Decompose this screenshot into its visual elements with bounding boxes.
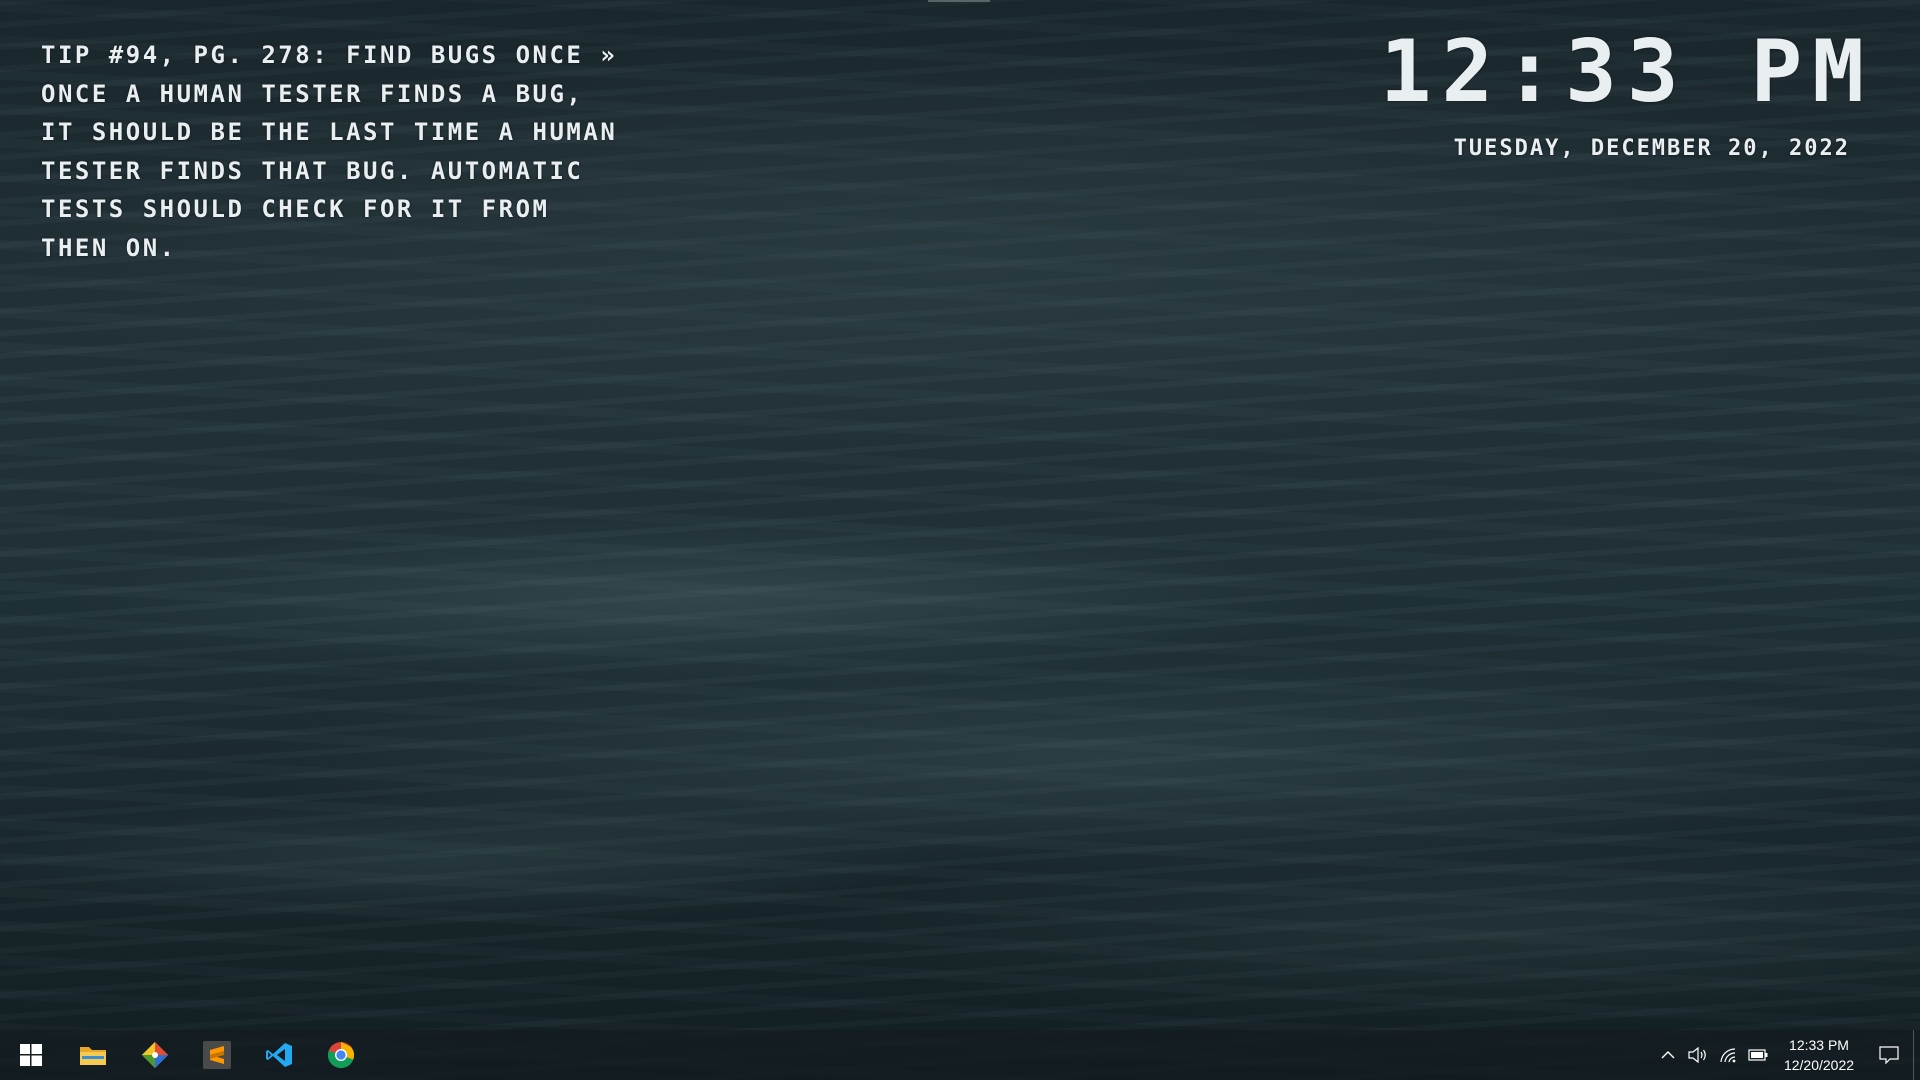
git-gui-button[interactable] bbox=[124, 1030, 186, 1080]
desktop-wallpaper: TIP #94, PG. 278: FIND BUGS ONCE » ONCE … bbox=[0, 0, 1920, 1080]
chevron-up-icon bbox=[1661, 1051, 1675, 1059]
battery-button[interactable] bbox=[1743, 1030, 1773, 1080]
start-button[interactable] bbox=[0, 1030, 62, 1080]
file-explorer-button[interactable] bbox=[62, 1030, 124, 1080]
taskbar-clock[interactable]: 12:33 PM 12/20/2022 bbox=[1773, 1030, 1865, 1080]
taskbar-time: 12:33 PM bbox=[1789, 1037, 1849, 1053]
network-button[interactable] bbox=[1713, 1030, 1743, 1080]
vscode-icon bbox=[266, 1043, 292, 1067]
show-desktop-button[interactable] bbox=[1913, 1030, 1920, 1080]
tip-line: THEN ON. bbox=[41, 233, 177, 262]
show-hidden-icons-button[interactable] bbox=[1653, 1030, 1683, 1080]
tip-line: TESTS SHOULD CHECK FOR IT FROM bbox=[41, 195, 550, 223]
notification-icon bbox=[1879, 1046, 1899, 1064]
chrome-button[interactable] bbox=[310, 1030, 372, 1080]
folder-icon bbox=[80, 1047, 106, 1065]
chrome-icon bbox=[327, 1042, 354, 1069]
taskbar: 12:33 PM 12/20/2022 bbox=[0, 1030, 1920, 1080]
tip-line: TIP #94, PG. 278: FIND BUGS ONCE » bbox=[41, 41, 618, 69]
battery-icon bbox=[1748, 1049, 1768, 1061]
system-tray: 12:33 PM 12/20/2022 bbox=[1653, 1030, 1920, 1080]
sublime-icon bbox=[203, 1041, 231, 1069]
git-diamond-icon bbox=[142, 1042, 168, 1068]
taskbar-date: 12/20/2022 bbox=[1783, 1057, 1855, 1073]
desktop-clock: 12:33 PM bbox=[1379, 22, 1874, 122]
desktop-date: TUESDAY, DECEMBER 20, 2022 bbox=[1453, 136, 1850, 161]
vscode-button[interactable] bbox=[248, 1030, 310, 1080]
volume-button[interactable] bbox=[1683, 1030, 1713, 1080]
tip-line: ONCE A HUMAN TESTER FINDS A BUG, bbox=[41, 79, 584, 108]
network-icon bbox=[1720, 1048, 1736, 1063]
volume-icon bbox=[1688, 1047, 1706, 1063]
tip-widget: TIP #94, PG. 278: FIND BUGS ONCE » ONCE … bbox=[41, 36, 681, 267]
tip-line: TESTER FINDS THAT BUG. AUTOMATIC bbox=[41, 156, 584, 185]
window-drag-indicator bbox=[928, 0, 990, 2]
sublime-text-button[interactable] bbox=[186, 1030, 248, 1080]
action-center-button[interactable] bbox=[1865, 1030, 1913, 1080]
tip-line: IT SHOULD BE THE LAST TIME A HUMAN bbox=[41, 118, 618, 146]
windows-logo-icon bbox=[20, 1044, 42, 1066]
